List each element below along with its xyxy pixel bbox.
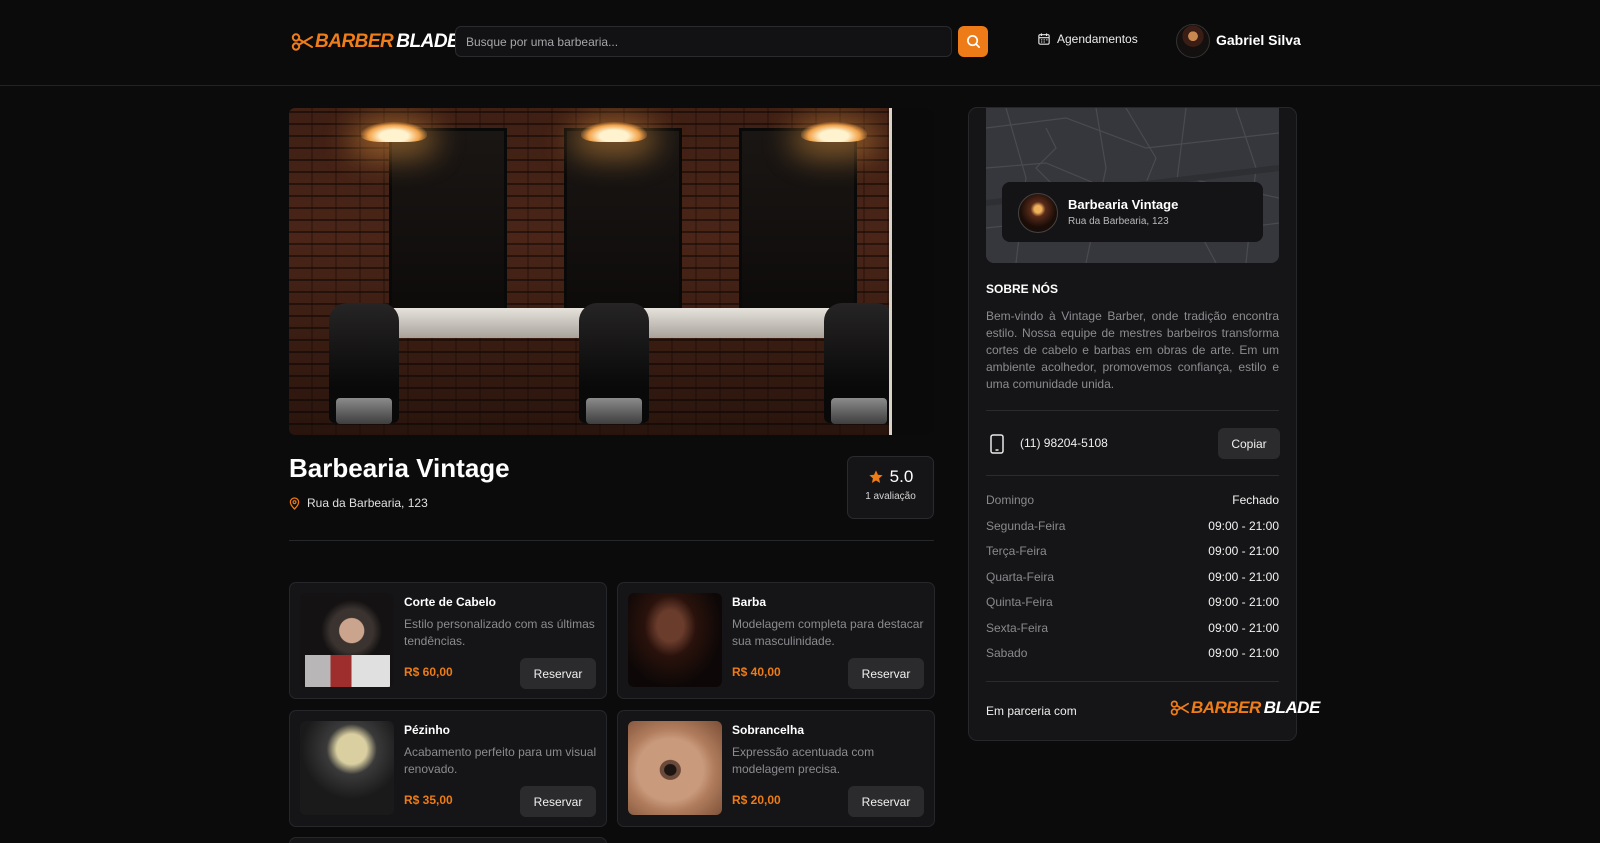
- hours-value: 09:00 - 21:00: [1208, 646, 1279, 660]
- partner-label: Em parceria com: [986, 704, 1077, 718]
- service-title: Sobrancelha: [732, 723, 805, 737]
- service-image: [628, 593, 722, 687]
- day-label: Terça-Feira: [986, 544, 1047, 558]
- day-label: Quarta-Feira: [986, 569, 1055, 584]
- rating-count: 1 avaliação: [865, 491, 916, 502]
- service-description: Modelagem completa para destacar sua mas…: [732, 617, 924, 648]
- service-image: [300, 721, 394, 815]
- partner-logo: BARBER BLADE: [1170, 698, 1320, 718]
- map-pin-icon: [289, 496, 300, 510]
- about-text: Bem-vindo à Vintage Barber, onde tradiçã…: [986, 309, 1279, 391]
- map-shop-address: Rua da Barbearia, 123: [1068, 216, 1169, 227]
- reserve-button[interactable]: Reservar: [848, 658, 924, 689]
- barbershop-photo: [289, 108, 934, 435]
- service-card: Sobrancelha Expressão acentuada com mode…: [617, 710, 935, 827]
- shop-title: Barbearia Vintage: [289, 453, 510, 483]
- about-heading: SOBRE NÓS: [986, 282, 1059, 296]
- top-header: BARBER BLADE Agendamentos Gabriel Silva: [0, 0, 1600, 86]
- search-input[interactable]: [455, 26, 952, 57]
- reserve-button[interactable]: Reservar: [520, 658, 596, 689]
- day-label: Sabado: [986, 646, 1028, 660]
- scissors-icon: [1170, 700, 1189, 716]
- calendar-icon: [1038, 33, 1050, 45]
- hours-row: Sabado 09:00 - 21:00: [986, 646, 1279, 672]
- service-card: Barba Modelagem completa para destacar s…: [617, 582, 935, 699]
- service-price: R$ 40,00: [732, 665, 781, 679]
- service-card: Pézinho Acabamento perfeito para um visu…: [289, 710, 607, 827]
- hours-row: Quinta-Feira 09:00 - 21:00: [986, 595, 1279, 621]
- appointments-link[interactable]: Agendamentos: [1038, 32, 1138, 46]
- reserve-button[interactable]: Reservar: [520, 786, 596, 817]
- map-shop-name: Barbearia Vintage: [1068, 197, 1179, 212]
- hours-value: Fechado: [1232, 493, 1279, 507]
- hours-row: Quarta-Feira 09:00 - 21:00: [986, 570, 1279, 596]
- shop-info-panel: Barbearia Vintage Rua da Barbearia, 123 …: [968, 107, 1320, 741]
- location-map[interactable]: Barbearia Vintage Rua da Barbearia, 123: [986, 108, 1279, 263]
- logo-text-barber: BARBER: [315, 31, 394, 52]
- hours-row: Sexta-Feira 09:00 - 21:00: [986, 621, 1279, 647]
- day-label: Sexta-Feira: [986, 620, 1049, 635]
- star-icon: [869, 470, 883, 483]
- hours-value: 09:00 - 21:00: [1208, 620, 1279, 635]
- smartphone-icon: [990, 434, 1004, 454]
- hours-row: Segunda-Feira 09:00 - 21:00: [986, 519, 1279, 545]
- divider: [986, 410, 1279, 411]
- rating-value: 5.0: [889, 467, 914, 486]
- hours-value: 09:00 - 21:00: [1208, 569, 1279, 584]
- user-name[interactable]: Gabriel Silva: [1216, 32, 1301, 48]
- logo-text-blade: BLADE: [396, 31, 460, 52]
- user-avatar[interactable]: [1176, 24, 1210, 58]
- service-card: [289, 837, 607, 843]
- hours-value: 09:00 - 21:00: [1208, 544, 1279, 558]
- service-title: Barba: [732, 595, 767, 609]
- day-label: Segunda-Feira: [986, 518, 1066, 533]
- scissors-icon: [291, 33, 313, 51]
- search-button[interactable]: [958, 26, 988, 57]
- service-price: R$ 35,00: [404, 793, 453, 807]
- shop-address-text: Rua da Barbearia, 123: [307, 496, 428, 510]
- map-location-card: Barbearia Vintage Rua da Barbearia, 123: [1002, 182, 1263, 242]
- logo-text-barber: BARBER: [1191, 698, 1261, 717]
- section-divider: [289, 540, 934, 541]
- day-label: Domingo: [986, 493, 1035, 507]
- service-price: R$ 20,00: [732, 793, 781, 807]
- shop-address: Rua da Barbearia, 123: [289, 496, 428, 510]
- rating-badge: 5.0 1 avaliação: [847, 456, 934, 519]
- hours-row: Terça-Feira 09:00 - 21:00: [986, 544, 1279, 570]
- service-title: Pézinho: [404, 723, 451, 737]
- service-image: [300, 593, 394, 687]
- opening-hours: Domingo Fechado Segunda-Feira 09:00 - 21:0…: [986, 493, 1279, 672]
- service-price: R$ 60,00: [404, 665, 453, 679]
- day-label: Quinta-Feira: [986, 595, 1053, 609]
- copy-phone-button[interactable]: Copiar: [1218, 428, 1280, 459]
- phone-number: (11) 98204-5108: [1020, 436, 1108, 450]
- divider: [986, 475, 1279, 476]
- hours-value: 09:00 - 21:00: [1208, 595, 1279, 609]
- service-description: Acabamento perfeito para um visual renov…: [404, 745, 597, 776]
- brand-logo[interactable]: BARBER BLADE: [291, 31, 460, 53]
- shop-avatar: [1018, 193, 1058, 233]
- service-description: Estilo personalizado com as últimas tend…: [404, 617, 595, 648]
- service-description: Expressão acentuada com modelagem precis…: [732, 745, 875, 776]
- search-icon: [966, 35, 980, 48]
- logo-text-blade: BLADE: [1263, 698, 1321, 717]
- hours-value: 09:00 - 21:00: [1208, 518, 1279, 533]
- service-image: [628, 721, 722, 815]
- reserve-button[interactable]: Reservar: [848, 786, 924, 817]
- service-title: Corte de Cabelo: [404, 595, 497, 609]
- hours-row: Domingo Fechado: [986, 493, 1279, 519]
- appointments-label: Agendamentos: [1057, 32, 1138, 46]
- service-card: Corte de Cabelo Estilo personalizado com…: [289, 582, 607, 699]
- divider: [986, 681, 1279, 682]
